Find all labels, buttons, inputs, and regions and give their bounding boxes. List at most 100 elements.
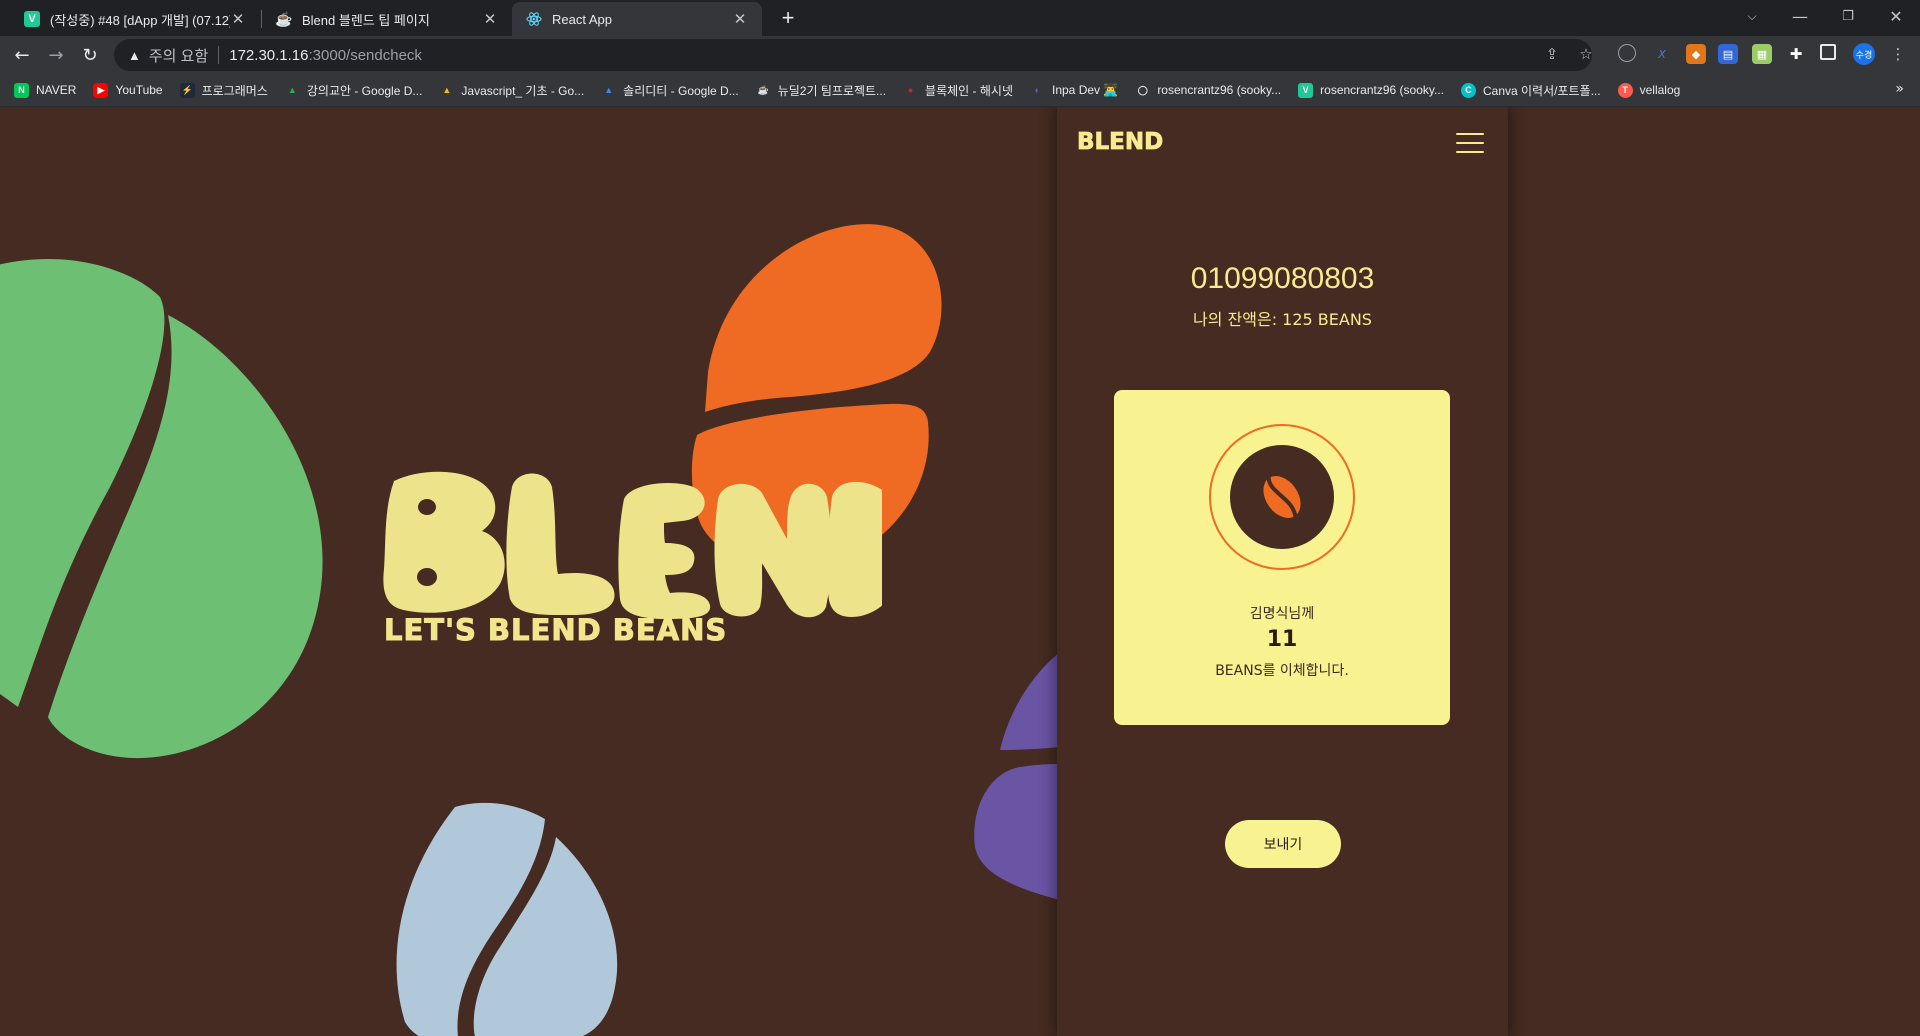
user-phone-number: 01099080803 (1190, 262, 1375, 295)
forward-icon[interactable]: → (42, 41, 70, 69)
back-icon[interactable]: ← (8, 41, 36, 69)
close-tab-icon[interactable]: ✕ (230, 10, 246, 28)
programmers-icon: ⚡ (179, 82, 195, 98)
extension-green-icon[interactable]: ▦ (1752, 44, 1772, 64)
send-button[interactable]: 보내기 (1225, 820, 1341, 868)
tab-strip: V (작성중) #48 [dApp 개발] (07.12) ✕ ☕ Blend … (0, 0, 1920, 36)
hamburger-menu-icon[interactable] (1456, 133, 1484, 155)
vellalog-icon: T (1617, 82, 1633, 98)
bean-coin-ring (1209, 424, 1355, 570)
hero-logo (383, 471, 882, 619)
close-tab-icon[interactable]: ✕ (482, 10, 498, 28)
tab-blend-tip-page[interactable]: ☕ Blend 블렌드 팁 페이지 ✕ (262, 2, 512, 36)
transfer-amount: 11 (1266, 627, 1298, 652)
extensions-puzzle-icon[interactable]: ✚ (1786, 44, 1806, 64)
restore-icon[interactable]: ❐ (1828, 0, 1868, 32)
tab-title: Blend 블렌드 팁 페이지 (302, 12, 430, 28)
browser-menu-icon[interactable]: ⋮ (1888, 44, 1908, 64)
bookmark-label: 프로그래머스 (201, 83, 268, 98)
github-icon: ◯ (1137, 84, 1148, 95)
cup-icon: ☕ (757, 84, 769, 95)
security-warning-label[interactable]: 주의 요함 (149, 45, 208, 66)
bookmark-star-icon[interactable]: ☆ (1576, 44, 1596, 64)
bookmark-label: NAVER (36, 83, 77, 97)
bookmark-label: 강의교안 - Google D... (306, 83, 423, 98)
bean-coin (1230, 445, 1334, 549)
address-divider (218, 46, 220, 64)
velog-icon: V (1298, 82, 1314, 98)
coffee-bean-icon (1263, 476, 1301, 518)
bookmark-label: YouTube (115, 83, 163, 97)
bookmark-canva[interactable]: C Canva 이력서/포트폴... (1461, 82, 1601, 99)
bookmark-label: Javascript_ 기초 - Go... (461, 83, 585, 98)
bookmark-lecture-docs[interactable]: ▲ 강의교안 - Google D... (285, 82, 423, 99)
blue-bean-shape (396, 802, 618, 1036)
extension-blue-icon[interactable]: ▤ (1718, 44, 1738, 64)
bookmarks-bar: N NAVER ▶ YouTube ⚡ 프로그래머스 ▲ 강의교안 - Google D… (0, 74, 1920, 107)
profile-avatar[interactable]: 수경 (1853, 43, 1875, 65)
bookmark-label: 블록체인 - 해시넷 (925, 83, 1013, 98)
bookmark-label: vellalog (1639, 83, 1681, 97)
hashnet-icon: ● (907, 85, 914, 95)
green-bean-shape (0, 258, 323, 759)
bookmark-label: rosencrantz96 (sooky... (1157, 83, 1282, 97)
mobile-app-panel: BLEND 01099080803 나의 잔액은: 125 BEANS 김명식님… (1057, 107, 1508, 1036)
purple-bean-shape (974, 652, 1060, 900)
share-icon[interactable]: ⇪ (1542, 44, 1562, 64)
close-window-icon[interactable]: ✕ (1876, 0, 1916, 32)
tab-react-app[interactable]: React App ✕ (512, 2, 762, 36)
app-logo[interactable]: BLEND (1077, 129, 1164, 156)
recipient-name: 김명식님께 (1249, 606, 1315, 622)
bookmark-hashnet[interactable]: ● 블록체인 - 해시넷 (903, 82, 1013, 99)
reload-icon[interactable]: ↻ (76, 41, 104, 69)
close-tab-icon[interactable]: ✕ (732, 10, 748, 28)
metamask-fox-icon[interactable]: ◆ (1686, 44, 1706, 64)
url-path: :3000/sendcheck (308, 46, 422, 64)
bookmark-label: 뉴딜2기 팀프로젝트... (777, 83, 887, 98)
url-host: 172.30.1.16 (229, 46, 309, 64)
bookmark-velog[interactable]: Vrosencrantz96 (sooky... (1298, 82, 1444, 98)
page-content: LET'S BLEND BEANS BLEND 01099080803 나의 잔… (0, 107, 1920, 1036)
new-tab-button[interactable]: + (774, 4, 802, 32)
user-balance: 나의 잔액은: 125 BEANS (1193, 310, 1372, 329)
google-drive-icon: ▲ (287, 85, 297, 95)
minimize-icon[interactable]: — (1780, 0, 1820, 32)
decorative-beans (0, 224, 1060, 1036)
bookmark-label: Inpa Dev 👨‍💻 (1052, 83, 1119, 97)
bookmark-naver[interactable]: N NAVER (14, 82, 77, 98)
extension-circle-icon[interactable] (1618, 44, 1636, 62)
naver-icon: N (14, 82, 29, 98)
google-drive-icon: ▲ (604, 85, 614, 95)
cup-icon: ☕ (275, 10, 293, 27)
browser-toolbar: ← → ↻ ▲ 주의 요함 172.30.1.16:3000/sendcheck… (0, 36, 1920, 74)
youtube-icon: ▶ (93, 82, 109, 98)
address-bar[interactable]: ▲ 주의 요함 172.30.1.16:3000/sendcheck (114, 39, 1592, 71)
react-icon (526, 11, 542, 27)
more-bookmarks-icon[interactable]: » (1895, 81, 1904, 97)
canva-icon: C (1461, 82, 1476, 98)
bookmark-javascript-docs[interactable]: ▲ Javascript_ 기초 - Go... (439, 82, 584, 99)
tab-title: React App (552, 11, 612, 27)
velog-favicon-icon: V (24, 11, 40, 27)
warning-icon[interactable]: ▲ (128, 48, 141, 63)
tab-blog-draft[interactable]: V (작성중) #48 [dApp 개발] (07.12) ✕ (10, 2, 260, 36)
tab-search-icon[interactable]: ⌵ (1732, 0, 1772, 32)
hero-logo-letters (383, 471, 882, 619)
bookmark-label: Canva 이력서/포트폴... (1483, 83, 1601, 98)
bookmark-vellalog[interactable]: Tvellalog (1617, 82, 1681, 98)
hero-tagline: LET'S BLEND BEANS (383, 613, 728, 648)
side-panel-icon[interactable] (1820, 44, 1836, 60)
bookmark-programmers[interactable]: ⚡ 프로그래머스 (179, 82, 268, 99)
bookmark-label: rosencrantz96 (sooky... (1320, 83, 1444, 97)
bookmark-inpa-dev[interactable]: ◐ Inpa Dev 👨‍💻 (1030, 83, 1119, 98)
extension-x-icon[interactable]: X (1652, 44, 1672, 64)
tab-title: (작성중) #48 [dApp 개발] (07.12) (50, 12, 230, 28)
bookmark-solidity-docs[interactable]: ▲ 솔리디티 - Google D... (601, 82, 739, 99)
bookmark-youtube[interactable]: ▶ YouTube (93, 82, 163, 98)
google-drive-icon: ▲ (442, 85, 452, 95)
bookmark-github[interactable]: ◯ rosencrantz96 (sooky... (1135, 83, 1281, 98)
bookmark-team-project[interactable]: ☕ 뉴딜2기 팀프로젝트... (756, 82, 886, 99)
inpa-icon: ◐ (1034, 85, 1041, 95)
transfer-description: BEANS를 이체합니다. (1215, 663, 1349, 679)
bookmark-label: 솔리디티 - Google D... (623, 83, 739, 98)
